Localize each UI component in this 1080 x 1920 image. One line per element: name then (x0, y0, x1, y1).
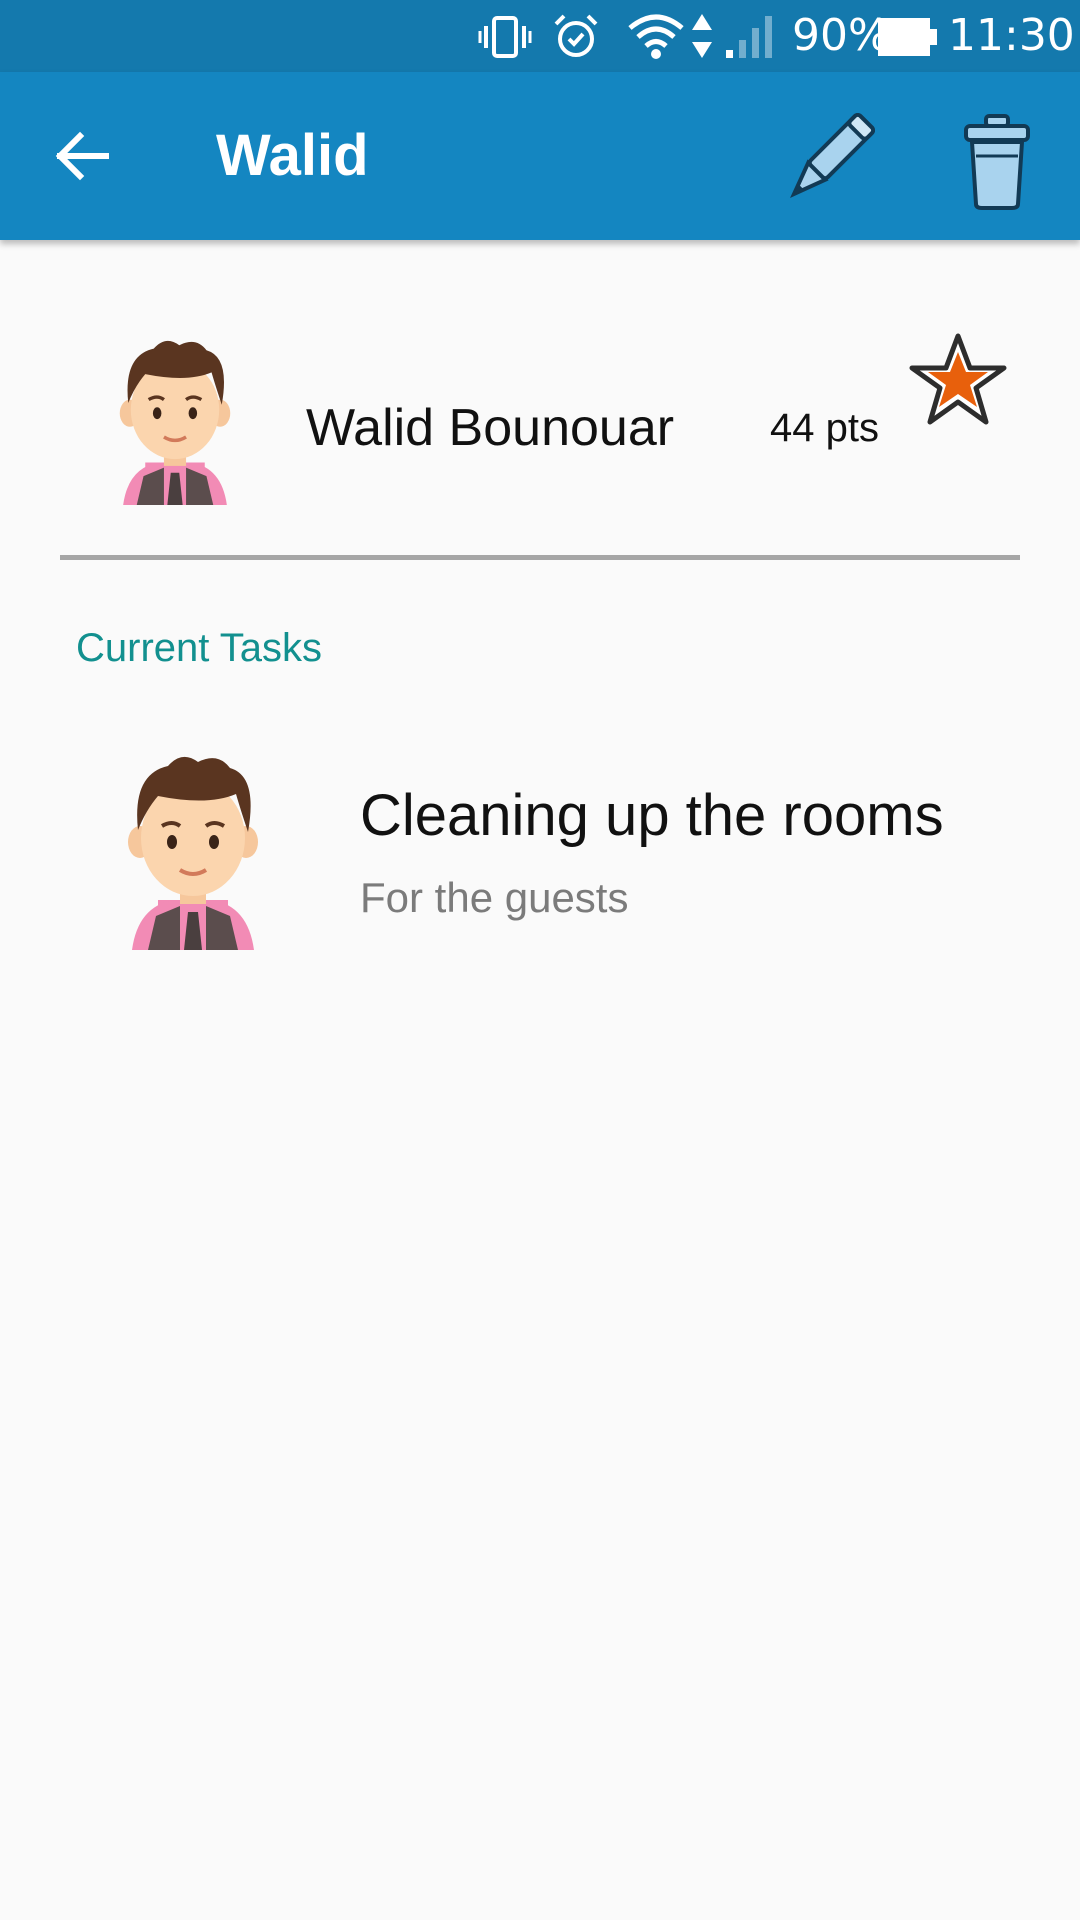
vibrate-icon (478, 16, 532, 58)
section-title-current-tasks: Current Tasks (76, 626, 323, 670)
page-title: Walid (216, 123, 369, 188)
task-title: Cleaning up the rooms (360, 783, 944, 848)
points-value: 44 pts (770, 406, 879, 450)
profile-card: Walid Bounouar 44 pts (0, 300, 1080, 550)
clock: 11:30 (948, 10, 1075, 61)
profile-name: Walid Bounouar (306, 399, 675, 457)
star-icon (909, 333, 1007, 425)
task-subtitle: For the guests (360, 874, 629, 921)
battery-icon (878, 18, 937, 56)
status-bar: 90% 11:30 (0, 0, 1080, 72)
man-avatar-icon (128, 756, 258, 950)
arrow-left-icon[interactable] (50, 124, 114, 188)
trash-icon[interactable] (962, 112, 1032, 212)
app-bar: Walid (0, 72, 1080, 240)
alarm-icon (554, 14, 598, 57)
data-arrows-icon (692, 14, 712, 58)
signal-icon (726, 16, 772, 58)
list-item[interactable]: Cleaning up the rooms For the guests (0, 740, 1080, 960)
wifi-icon (628, 14, 684, 59)
divider (60, 555, 1020, 560)
pencil-icon[interactable] (780, 112, 876, 208)
man-avatar-icon (119, 340, 231, 505)
